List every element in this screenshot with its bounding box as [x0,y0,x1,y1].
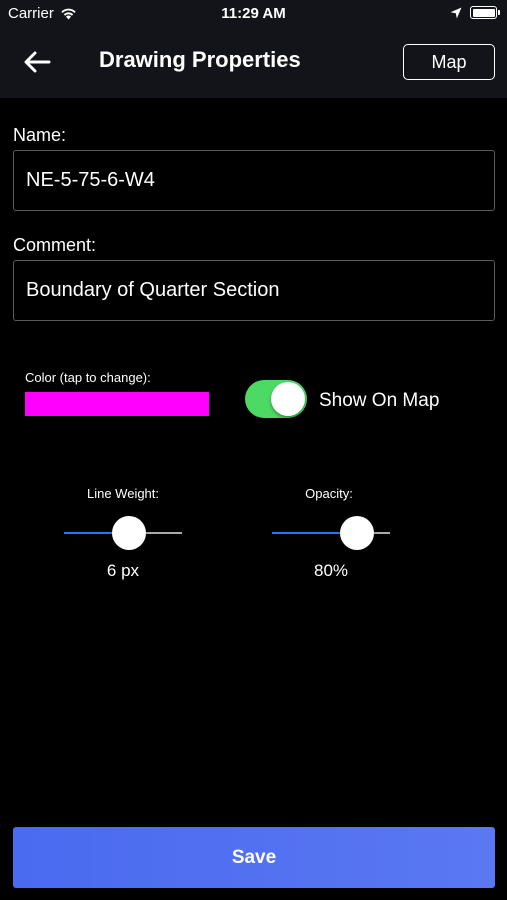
battery-level [472,8,495,17]
line-weight-slider[interactable] [64,515,182,551]
status-right-icons [450,6,500,19]
nav-bar: Drawing Properties Map [0,28,507,98]
comment-value: Boundary of Quarter Section [26,279,280,301]
show-on-map-toggle[interactable] [245,380,307,418]
location-arrow-icon [450,7,462,18]
show-on-map-label: Show On Map [319,390,440,411]
slider-thumb[interactable] [340,516,374,550]
line-weight-value: 6 px [106,561,140,580]
color-swatch[interactable] [25,392,209,416]
toggle-knob [271,382,305,416]
comment-field[interactable]: Boundary of Quarter Section [13,260,495,321]
back-button[interactable] [20,46,56,78]
color-label: Color (tap to change): [25,370,151,385]
status-time: 11:29 AM [221,5,286,22]
comment-label: Comment: [13,235,97,255]
slider-thumb[interactable] [112,516,146,550]
save-button[interactable]: Save [13,827,495,888]
status-bar: Carrier 11:29 AM [0,0,507,28]
opacity-slider[interactable] [272,515,390,551]
name-value: NE-5-75-6-W4 [26,169,155,191]
line-weight-label: Line Weight: [86,486,160,501]
page-title: Drawing Properties [99,47,301,72]
opacity-value: 80% [313,561,349,580]
name-label: Name: [13,125,67,145]
name-field[interactable]: NE-5-75-6-W4 [13,150,495,211]
opacity-label: Opacity: [305,486,353,501]
arrow-left-icon [24,51,51,73]
battery-icon [470,6,500,19]
map-button[interactable]: Map [403,44,495,80]
